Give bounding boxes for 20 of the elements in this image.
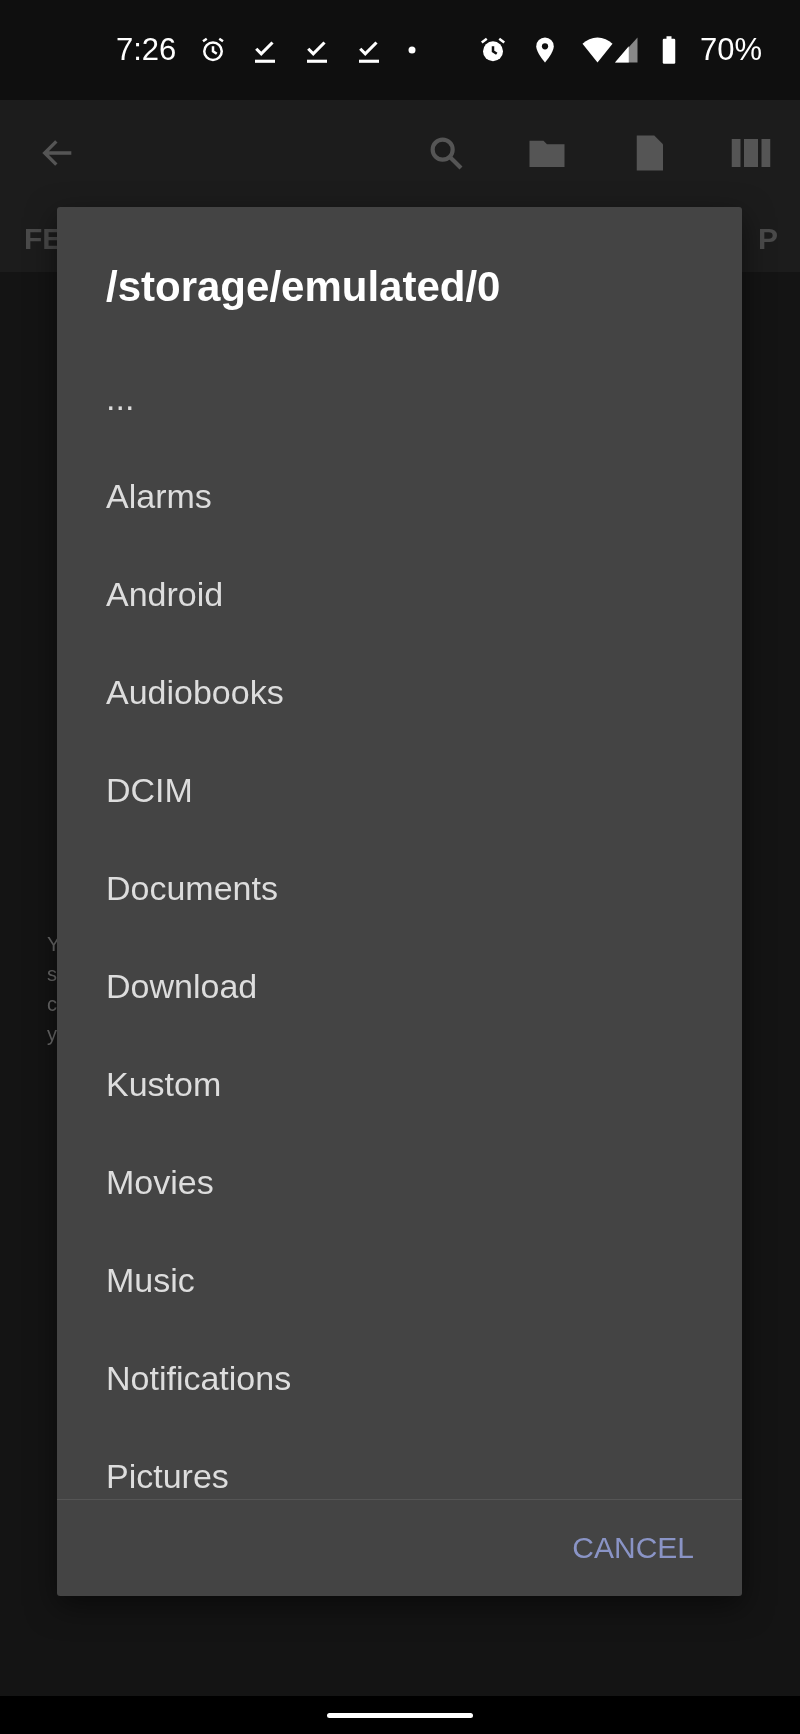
dialog-title: /storage/emulated/0 xyxy=(105,262,502,312)
folder-item[interactable]: Movies xyxy=(57,1133,742,1231)
text-fragment: c xyxy=(47,992,57,1016)
folder-item[interactable]: Android xyxy=(57,545,742,643)
home-indicator[interactable] xyxy=(327,1712,473,1718)
folder-item[interactable]: DCIM xyxy=(57,741,742,839)
folder-item[interactable]: Notifications xyxy=(57,1329,742,1427)
text-fragment: s xyxy=(47,962,57,986)
folder-item[interactable]: Alarms xyxy=(57,447,742,545)
battery-percent: 70% xyxy=(699,32,762,68)
folder-item[interactable]: Documents xyxy=(57,839,742,937)
folder-item[interactable]: Download xyxy=(57,937,742,1035)
folder-item[interactable]: Music xyxy=(57,1231,742,1329)
folder-item[interactable]: Kustom xyxy=(57,1035,742,1133)
folder-item[interactable]: Audiobooks xyxy=(57,643,742,741)
status-time: 7:26 xyxy=(116,32,177,68)
text-fragment: y xyxy=(47,1022,57,1046)
folder-item[interactable]: ... xyxy=(57,349,742,447)
folder-item[interactable]: Pictures xyxy=(57,1427,742,1499)
wifi-icon xyxy=(581,35,638,65)
